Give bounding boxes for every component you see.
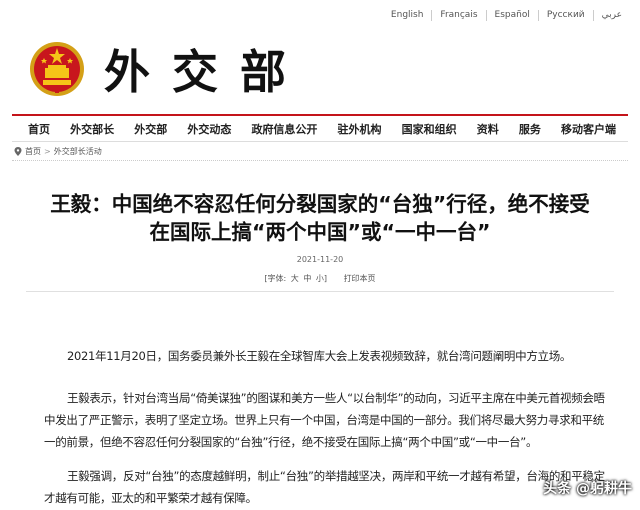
article-body: 2021年11月20日，国务委员兼外长王毅在全球智库大会上发表视频致辞，就台湾问… — [44, 345, 614, 510]
article-paragraph: 王毅强调，反对“台独”的态度越鲜明，制止“台独”的举措越坚决，两岸和平统一才越有… — [44, 469, 605, 505]
nav-item-diplomatic-news[interactable]: 外交动态 — [187, 121, 231, 137]
nav-item-missions[interactable]: 驻外机构 — [338, 121, 382, 137]
lang-arabic-link[interactable]: عربي — [592, 10, 630, 21]
font-size-small-button[interactable]: 小] — [316, 274, 327, 283]
nav-item-materials[interactable]: 资料 — [477, 121, 499, 137]
breadcrumb-home-link[interactable]: 首页 — [25, 146, 41, 157]
national-emblem-icon[interactable] — [28, 40, 86, 98]
article-paragraph: 王毅表示，针对台湾当局“倚美谋独”的图谋和美方一些人“以台制华”的动向，习近平主… — [44, 391, 605, 449]
breadcrumb-divider — [12, 160, 628, 161]
main-nav: 首页 外交部长 外交部 外交动态 政府信息公开 驻外机构 国家和组织 资料 服务… — [12, 114, 628, 142]
breadcrumb: 首页 > 外交部长活动 — [14, 146, 102, 157]
article-title-line-2: 在国际上搞“两个中国”或“一中一台” — [149, 220, 491, 244]
font-size-label: [字体: — [264, 274, 287, 283]
lang-french-link[interactable]: Français — [431, 10, 485, 21]
breadcrumb-separator: > — [44, 147, 51, 156]
article-paragraph: 2021年11月20日，国务委员兼外长王毅在全球智库大会上发表视频致辞，就台湾问… — [67, 349, 572, 363]
watermark: 头条 @躬耕牛 — [543, 481, 632, 497]
content-divider — [26, 291, 614, 292]
font-size-large-button[interactable]: 大 — [291, 274, 299, 283]
lang-russian-link[interactable]: Русский — [537, 10, 593, 21]
lang-spanish-link[interactable]: Español — [485, 10, 538, 21]
nav-item-home[interactable]: 首页 — [28, 121, 50, 137]
nav-item-mobile-client[interactable]: 移动客户端 — [561, 121, 616, 137]
lang-english-link[interactable]: English — [383, 10, 432, 21]
nav-item-services[interactable]: 服务 — [519, 121, 541, 137]
location-pin-icon — [14, 147, 22, 156]
nav-item-gov-info[interactable]: 政府信息公开 — [251, 121, 317, 137]
site-logo-text[interactable]: 外交部 — [104, 42, 308, 102]
nav-item-foreign-minister[interactable]: 外交部长 — [70, 121, 114, 137]
article-tools: [字体: 大 中 小] 打印本页 — [0, 273, 640, 284]
nav-item-ministry[interactable]: 外交部 — [134, 121, 167, 137]
article-title: 王毅：中国绝不容忍任何分裂国家的“台独”行径，绝不接受 在国际上搞“两个中国”或… — [0, 190, 640, 246]
site-header: 外交部 — [0, 22, 640, 112]
breadcrumb-section-link[interactable]: 外交部长活动 — [54, 146, 102, 157]
nav-item-countries[interactable]: 国家和组织 — [402, 121, 457, 137]
article-date: 2021-11-20 — [296, 255, 344, 264]
print-page-link[interactable]: 打印本页 — [344, 274, 376, 283]
language-bar: English Français Español Русский عربي — [383, 10, 630, 21]
article-title-line-1: 王毅：中国绝不容忍任何分裂国家的“台独”行径，绝不接受 — [50, 192, 590, 216]
font-size-medium-button[interactable]: 中 — [303, 274, 311, 283]
